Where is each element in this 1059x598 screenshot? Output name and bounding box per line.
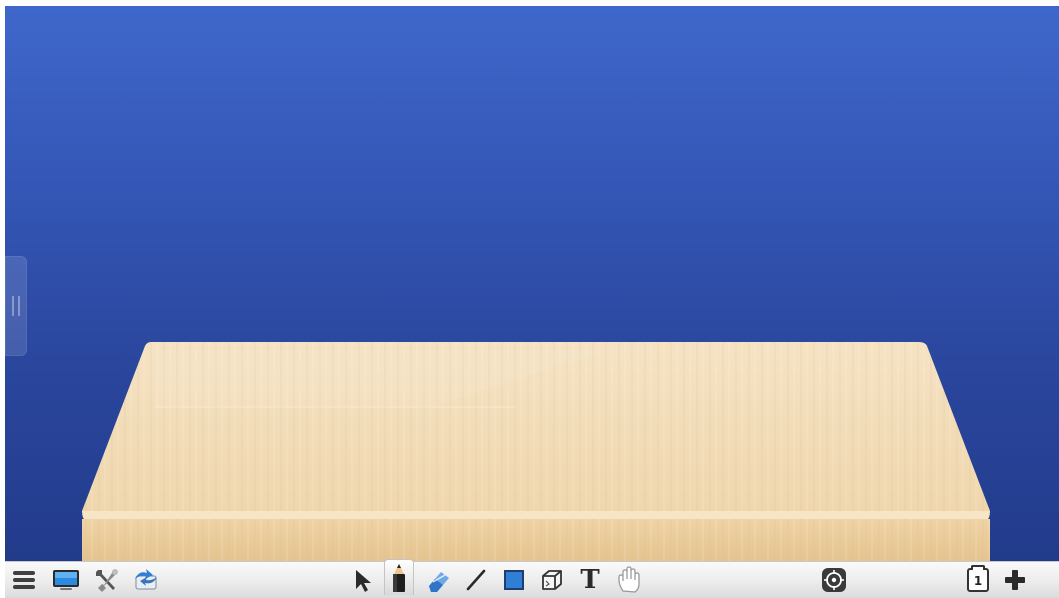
cube-icon bbox=[539, 567, 565, 593]
target-icon bbox=[820, 566, 848, 594]
page-indicator-button[interactable]: 1 bbox=[963, 565, 993, 595]
plus-icon bbox=[1002, 567, 1028, 593]
text-icon: T bbox=[580, 565, 600, 595]
pen-tool-button[interactable] bbox=[384, 559, 414, 595]
roam-button[interactable] bbox=[819, 565, 849, 595]
arrow-pointer-icon bbox=[350, 567, 374, 593]
monitor-icon bbox=[51, 567, 81, 593]
cloud-button[interactable] bbox=[131, 565, 161, 595]
side-panel-handle[interactable] bbox=[5, 256, 27, 356]
eraser-tool-button[interactable] bbox=[423, 565, 453, 595]
hand-icon bbox=[615, 565, 643, 595]
hand-tool-button[interactable] bbox=[614, 565, 644, 595]
shape-tool-button[interactable] bbox=[499, 565, 529, 595]
cloud-transfer-icon bbox=[131, 567, 161, 593]
wooden-table bbox=[82, 342, 990, 561]
3d-tool-button[interactable] bbox=[537, 565, 567, 595]
desktop-button[interactable] bbox=[51, 565, 81, 595]
pencil-icon bbox=[386, 562, 412, 594]
square-icon bbox=[501, 567, 527, 593]
select-tool-button[interactable] bbox=[347, 565, 377, 595]
bottom-toolbar: T 1 bbox=[5, 559, 1059, 598]
menu-button[interactable] bbox=[9, 565, 39, 595]
tools-button[interactable] bbox=[91, 565, 121, 595]
handle-grip-icon bbox=[12, 296, 20, 316]
page-number: 1 bbox=[973, 574, 983, 588]
text-tool-button[interactable]: T bbox=[575, 565, 605, 595]
add-page-button[interactable] bbox=[1000, 565, 1030, 595]
tools-icon bbox=[92, 566, 120, 594]
line-tool-button[interactable] bbox=[461, 565, 491, 595]
canvas[interactable] bbox=[5, 6, 1059, 561]
page-icon: 1 bbox=[967, 565, 989, 592]
eraser-icon bbox=[423, 566, 453, 594]
line-icon bbox=[463, 567, 489, 593]
hamburger-menu-icon bbox=[11, 568, 37, 592]
